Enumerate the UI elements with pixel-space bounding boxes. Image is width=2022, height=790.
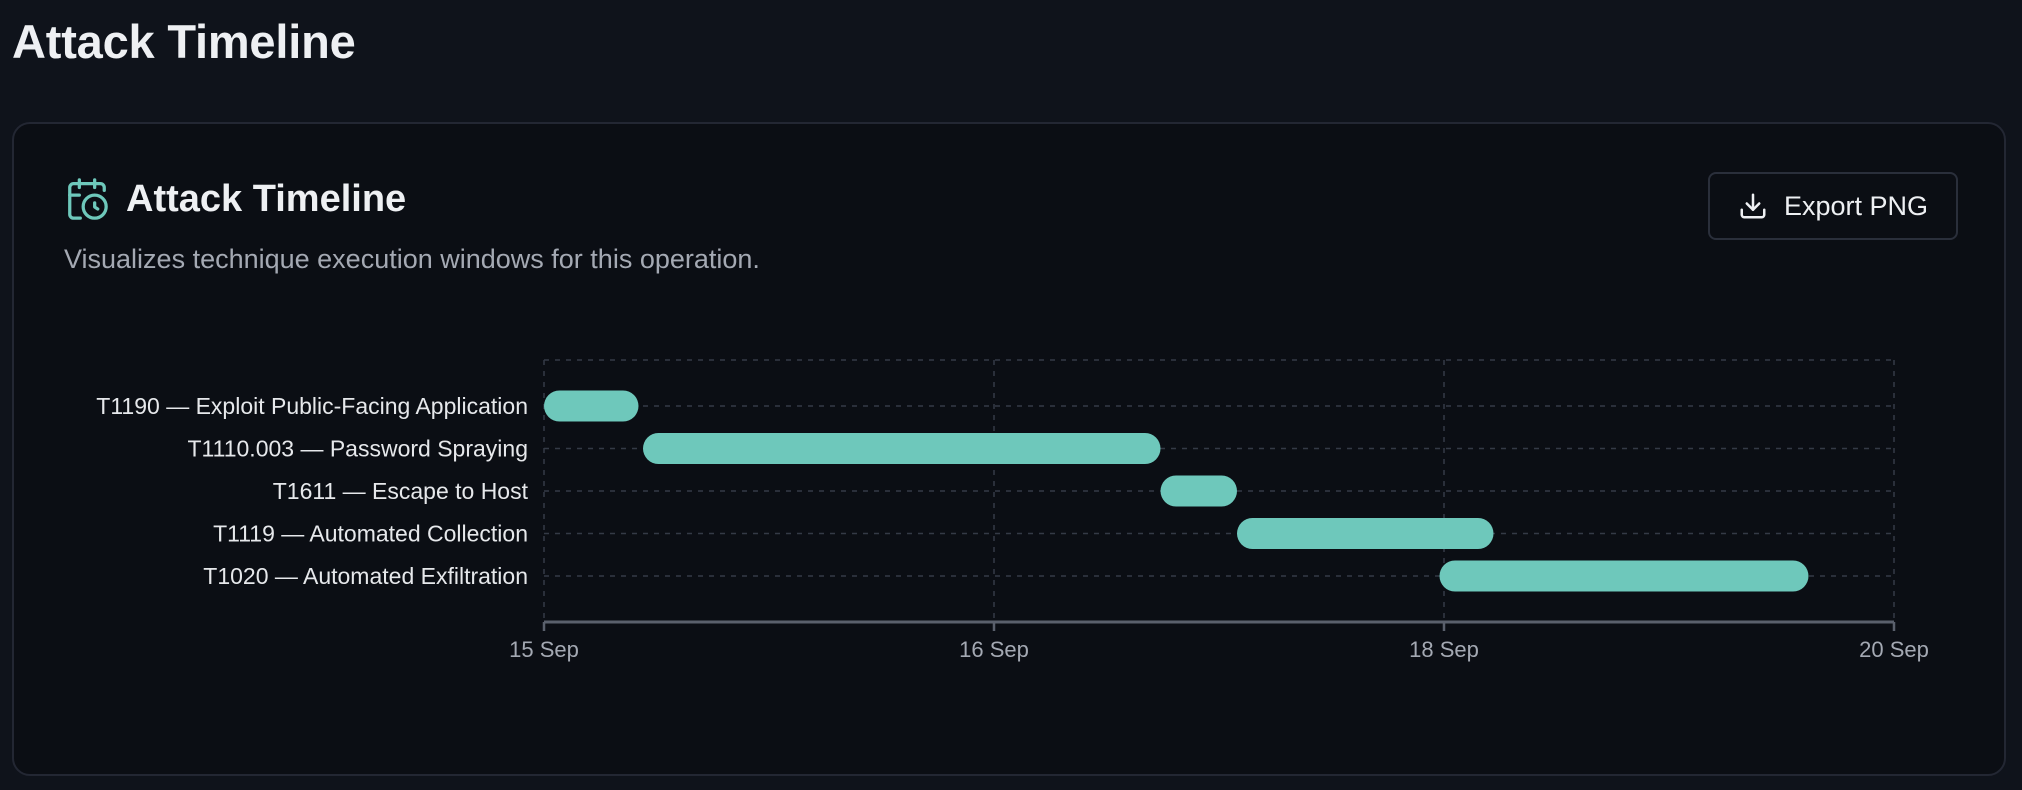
page-title: Attack Timeline — [12, 15, 356, 68]
task-label: T1611 — Escape to Host — [273, 478, 529, 504]
task-label: T1190 — Exploit Public-Facing Applicatio… — [96, 393, 528, 419]
task-label: T1020 — Automated Exfiltration — [203, 563, 528, 589]
task-bar[interactable] — [643, 433, 1161, 464]
x-tick-label: 15 Sep — [509, 637, 579, 662]
task-label: T1110.003 — Password Spraying — [188, 436, 529, 462]
attack-timeline-chart: 15 Sep 16 Sep 18 Sep 20 Sep T1190 — Exploit … — [96, 359, 1929, 662]
x-tick-label: 18 Sep — [1409, 637, 1479, 662]
x-tick-label: 20 Sep — [1859, 637, 1929, 662]
task-bar[interactable] — [1160, 475, 1238, 507]
timeline-card: Attack Timeline Visualizes technique exe… — [12, 122, 2006, 776]
task-bar[interactable] — [1439, 560, 1809, 592]
task-bar[interactable] — [1237, 518, 1494, 549]
x-tick-label: 16 Sep — [959, 637, 1029, 662]
task-bar[interactable] — [544, 390, 639, 422]
task-label: T1119 — Automated Collection — [213, 521, 528, 547]
